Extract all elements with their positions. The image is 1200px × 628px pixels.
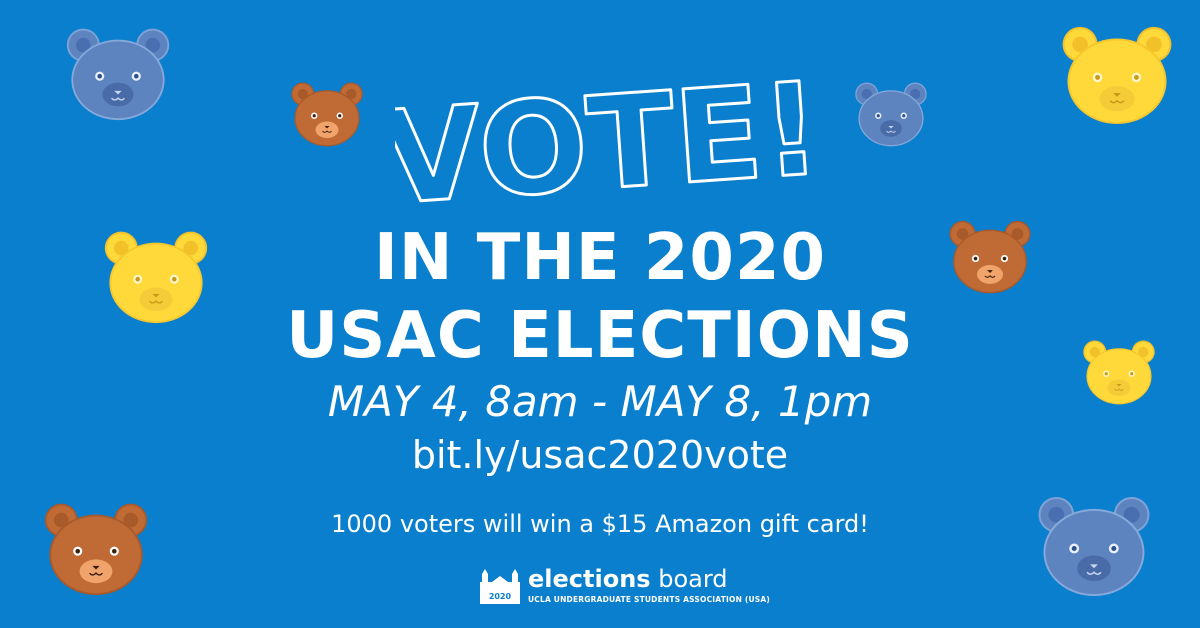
logo-title-bold: elections	[528, 565, 651, 593]
logo-title: elections board	[528, 564, 728, 594]
logo-subtitle: UCLA UNDERGRADUATE STUDENTS ASSOCIATION …	[528, 595, 771, 604]
royce-hall-icon: 2020	[480, 569, 520, 604]
blue-bear-icon	[855, 82, 927, 147]
vote-lettering: VOTE!	[395, 53, 815, 213]
elections-board-logo: 2020 elections board UCLA UNDERGRADUATE …	[478, 564, 770, 610]
voting-link[interactable]: bit.ly/usac2020vote	[0, 430, 1200, 480]
voting-dates: MAY 4, 8am - MAY 8, 1pm	[327, 377, 873, 426]
yellow-bear-icon	[1062, 26, 1172, 125]
headline-line-1: IN THE 2020	[374, 221, 826, 295]
vote-banner: VOTE! IN THE 2020 USAC ELECTIONS MAY 4, …	[0, 0, 1200, 628]
logo-title-rest: board	[650, 565, 728, 593]
prize-text: 1000 voters will win a $15 Amazon gift c…	[331, 510, 869, 538]
logo-badge-year: 2020	[489, 592, 512, 601]
blue-bear-icon	[66, 28, 170, 121]
vote-word: VOTE!	[395, 55, 815, 213]
headline-line-2: USAC ELECTIONS	[286, 299, 914, 373]
brown-bear-icon	[291, 82, 363, 147]
